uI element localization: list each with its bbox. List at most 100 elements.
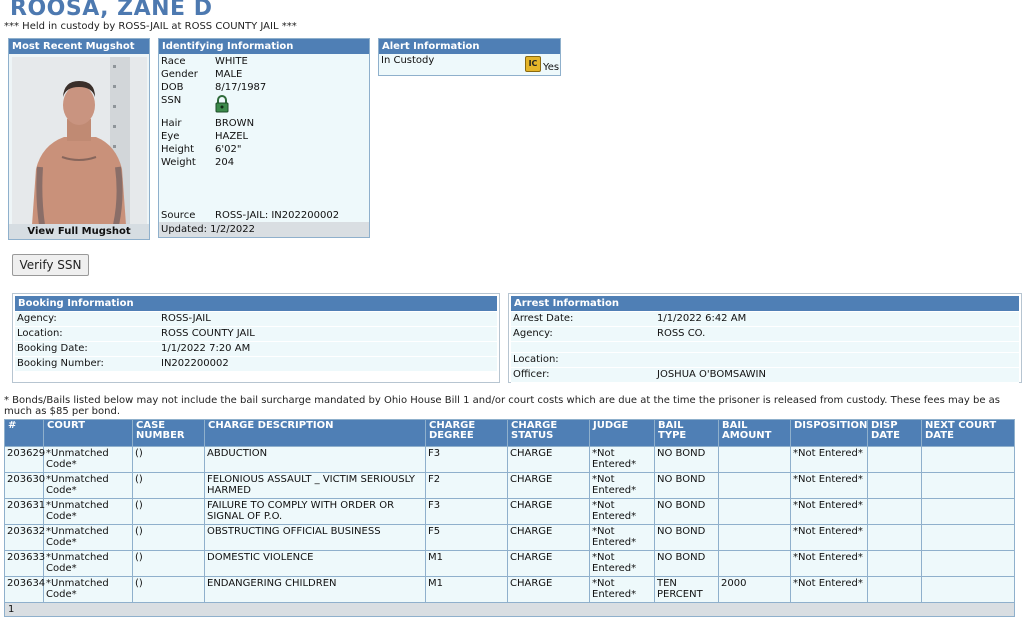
cell-bail-type: NO BOND [654,524,719,551]
cell-judge: *Not Entered* [589,446,655,473]
cell-court: *Unmatched Code* [43,550,133,577]
cell-charge-status: CHARGE [507,524,590,551]
col-header-bail-amount[interactable]: BAIL AMOUNT [718,419,791,447]
cell-disposition: *Not Entered* [790,550,868,577]
booking-number-row: Booking Number: IN202200002 [15,357,497,372]
cell-charge-description: ENDANGERING CHILDREN [204,576,426,603]
booking-agency-row: Agency: ROSS-JAIL [15,312,497,327]
identifying-information-title: Identifying Information [159,39,369,54]
mugshot-panel-title: Most Recent Mugshot [9,39,149,54]
cell-charge-degree: F2 [425,472,508,499]
cell-court: *Unmatched Code* [43,472,133,499]
cell-disp-date [867,446,922,473]
in-custody-value: Yes [543,62,560,73]
weight-label: Weight [161,157,196,168]
booking-location-value: ROSS COUNTY JAIL [161,328,255,339]
cell-charge-degree: F3 [425,498,508,525]
arrest-information-panel: Arrest Information Arrest Date: 1/1/2022 … [508,293,1022,383]
booking-location-row: Location: ROSS COUNTY JAIL [15,327,497,342]
booking-number-label: Booking Number: [17,358,104,369]
eye-value: HAZEL [215,131,249,142]
booking-location-label: Location: [17,328,63,339]
cell-court: *Unmatched Code* [43,498,133,525]
cell-next-court-date [921,472,1015,499]
cell-number: 203634 [4,576,45,603]
cell-number: 203629 [4,446,45,473]
updated-date: Updated: 1/2/2022 [159,222,369,237]
cell-case-number: () [132,498,205,525]
cell-bail-type: TEN PERCENT [654,576,719,603]
inmate-name: ROOSA, ZANE D [10,0,213,21]
col-header-charge-description[interactable]: CHARGE DESCRIPTION [204,419,426,447]
booking-date-row: Booking Date: 1/1/2022 7:20 AM [15,342,497,357]
hair-value: BROWN [215,118,255,129]
cell-judge: *Not Entered* [589,524,655,551]
cell-disp-date [867,576,922,603]
cell-bail-type: NO BOND [654,472,719,499]
cell-disp-date [867,524,922,551]
cell-case-number: () [132,446,205,473]
hair-label: Hair [161,118,182,129]
cell-case-number: () [132,472,205,499]
col-header-charge-degree[interactable]: CHARGE DEGREE [425,419,508,447]
cell-bail-type: NO BOND [654,550,719,577]
cell-next-court-date [921,550,1015,577]
cell-charge-status: CHARGE [507,472,590,499]
cell-charge-status: CHARGE [507,550,590,577]
cell-court: *Unmatched Code* [43,446,133,473]
cell-case-number: () [132,576,205,603]
cell-disposition: *Not Entered* [790,472,868,499]
cell-number: 203630 [4,472,45,499]
col-header-next-court-date[interactable]: NEXT COURT DATE [921,419,1015,447]
cell-disposition: *Not Entered* [790,446,868,473]
col-header-disp-date[interactable]: DISP DATE [867,419,922,447]
col-header-judge[interactable]: JUDGE [589,419,655,447]
cell-bail-amount [718,446,791,473]
cell-disposition: *Not Entered* [790,576,868,603]
source-value: ROSS-JAIL: IN202200002 [215,210,340,221]
cell-judge: *Not Entered* [589,576,655,603]
booking-number-value: IN202200002 [161,358,229,369]
cell-next-court-date [921,576,1015,603]
arrest-information-title: Arrest Information [511,296,1019,311]
cell-next-court-date [921,524,1015,551]
col-header-charge-status[interactable]: CHARGE STATUS [507,419,590,447]
height-label: Height [161,144,195,155]
booking-agency-value: ROSS-JAIL [161,313,211,324]
col-header-bail-type[interactable]: BAIL TYPE [654,419,719,447]
cell-bail-amount [718,550,791,577]
weight-value: 204 [215,157,235,168]
race-label: Race [161,56,186,67]
cell-next-court-date [921,446,1015,473]
bond-surcharge-note: * Bonds/Bails listed below may not inclu… [4,395,1000,417]
verify-ssn-button[interactable]: Verify SSN [12,254,89,276]
cell-charge-description: FAILURE TO COMPLY WITH ORDER OR SIGNAL O… [204,498,426,525]
arrest-officer-value: JOSHUA O'BOMSAWIN [657,369,766,380]
arrest-agency-value: ROSS CO. [657,328,706,339]
gender-label: Gender [161,69,198,80]
cell-charge-description: OBSTRUCTING OFFICIAL BUSINESS [204,524,426,551]
col-header-disposition[interactable]: DISPOSITION [790,419,868,447]
col-header-case-number[interactable]: CASE NUMBER [132,419,205,447]
cell-judge: *Not Entered* [589,550,655,577]
booking-date-label: Booking Date: [17,343,88,354]
page-number-link[interactable]: 1 [4,602,1015,617]
arrest-officer-row: Officer: JOSHUA O'BOMSAWIN [511,368,1019,383]
mugshot-photo[interactable] [12,57,147,225]
cell-bail-type: NO BOND [654,498,719,525]
cell-case-number: () [132,524,205,551]
col-header-number[interactable]: # [4,419,44,447]
cell-court: *Unmatched Code* [43,576,133,603]
lock-icon[interactable] [215,95,229,116]
cell-charge-status: CHARGE [507,498,590,525]
custody-status-line: *** Held in custody by ROSS-JAIL at ROSS… [4,21,297,32]
cell-charge-status: CHARGE [507,576,590,603]
cell-disp-date [867,472,922,499]
table-row: 203629 *Unmatched Code*() ABDUCTION F3 CHARG… [4,446,1015,473]
cell-case-number: () [132,550,205,577]
booking-agency-label: Agency: [17,313,57,324]
col-header-court[interactable]: COURT [43,419,133,447]
cell-bail-amount [718,472,791,499]
cell-disposition: *Not Entered* [790,498,868,525]
view-full-mugshot-link[interactable]: View Full Mugshot [9,224,149,239]
